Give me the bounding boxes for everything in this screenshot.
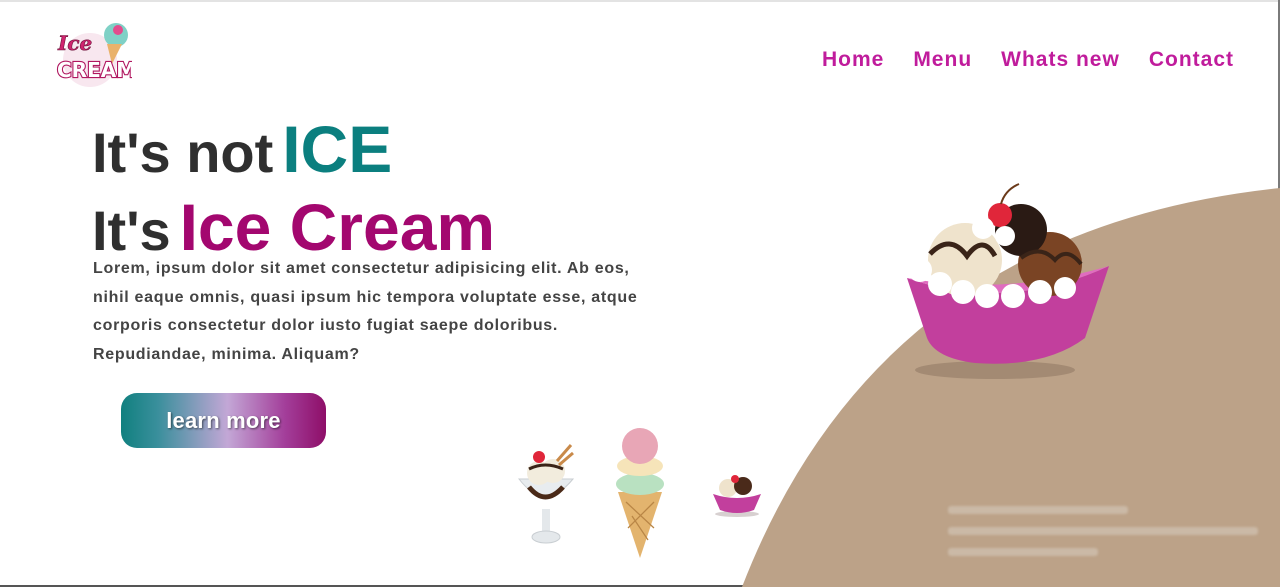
- headline-line-1-highlight: ICE: [282, 112, 393, 186]
- headline-line-1: It's not ICE: [92, 116, 495, 194]
- sundae-glass-icon[interactable]: [515, 435, 577, 550]
- hero-description: Lorem, ipsum dolor sit amet consectetur …: [93, 260, 638, 363]
- headline-line-2-highlight: Ice Cream: [179, 190, 496, 264]
- small-ice-cream-bowl-icon[interactable]: [708, 470, 766, 518]
- ice-cream-cone-icon[interactable]: [610, 424, 670, 560]
- headline-line-2-prefix: It's: [92, 199, 171, 262]
- nav-whats-new-link[interactable]: Whats new: [1001, 48, 1120, 72]
- svg-text:CREAM: CREAM: [57, 58, 132, 82]
- ice-cream-logo-icon: Ice CREAM: [56, 23, 137, 87]
- ice-cream-bowl-icon[interactable]: [895, 178, 1120, 383]
- faded-footer-text: [948, 499, 1258, 556]
- nav-home-link[interactable]: Home: [822, 48, 884, 72]
- headline-line-1-prefix: It's not: [92, 121, 274, 184]
- learn-more-button[interactable]: learn more: [121, 393, 326, 448]
- svg-text:Ice: Ice: [57, 31, 92, 55]
- nav-contact-link[interactable]: Contact: [1149, 48, 1234, 72]
- main-nav: Home Menu Whats new Contact: [822, 48, 1234, 72]
- hero-headline: It's not ICE It's Ice Cream: [92, 116, 495, 272]
- brand-logo[interactable]: Ice CREAM: [52, 20, 137, 88]
- nav-menu-link[interactable]: Menu: [913, 48, 972, 72]
